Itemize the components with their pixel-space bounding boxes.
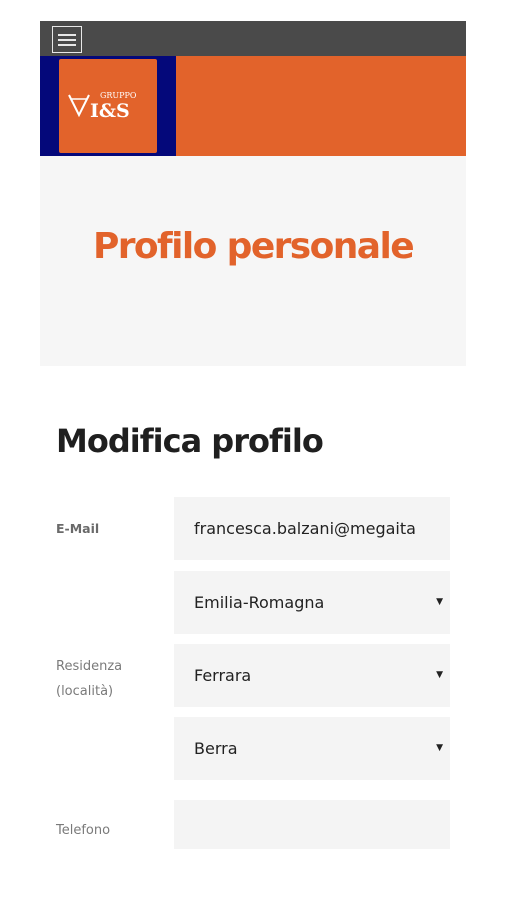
town-value: Berra [194,739,238,758]
province-value: Ferrara [194,666,252,685]
top-bar [40,21,466,56]
hamburger-icon[interactable] [52,26,82,53]
residence-label-line1: Residenza [56,659,123,674]
residence-label-line2: (località) [56,684,114,699]
brand-bar: GRUPPO I&S [40,56,466,156]
province-select[interactable]: Ferrara ▼ [174,644,450,707]
logo-mark-icon: GRUPPO I&S [68,91,137,122]
page-title: Profilo personale [92,226,415,267]
logo-main-text: I&S [90,100,130,122]
region-select[interactable]: Emilia-Romagna ▼ [174,571,450,634]
phone-label: Telefono [56,823,111,838]
town-select[interactable]: Berra ▼ [174,717,450,780]
email-field[interactable]: francesca.balzani@megaita [174,497,450,560]
caret-down-icon: ▼ [436,743,443,753]
hero-banner: Profilo personale [40,156,466,366]
company-logo[interactable]: GRUPPO I&S [59,59,157,153]
form-title: Modifica profilo [56,422,324,460]
region-value: Emilia-Romagna [194,593,325,612]
page-frame: GRUPPO I&S Profilo personale [40,21,466,366]
caret-down-icon: ▼ [436,670,443,680]
email-label: E-Mail [56,521,100,536]
caret-down-icon: ▼ [436,597,443,607]
brand-navy-block: GRUPPO I&S [40,56,176,156]
logo-top-text: GRUPPO [100,91,137,100]
phone-field[interactable] [174,800,450,849]
email-value: francesca.balzani@megaita [194,519,416,538]
residence-label: Residenza (località) [56,654,122,704]
